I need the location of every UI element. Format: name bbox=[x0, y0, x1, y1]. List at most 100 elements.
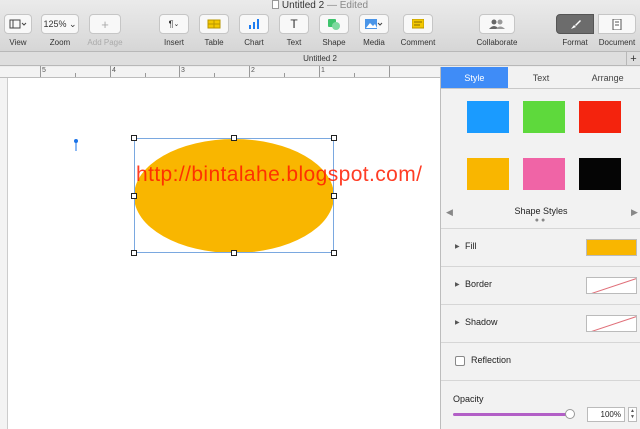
shadow-label: Shadow bbox=[465, 317, 498, 327]
reflection-row[interactable]: Reflection bbox=[441, 342, 640, 380]
toolbar: Untitled 2 — Edited View 125% ⌄ Zoom + A… bbox=[0, 0, 640, 52]
resize-handle[interactable] bbox=[231, 135, 237, 141]
opacity-slider[interactable] bbox=[453, 413, 571, 416]
comment-icon[interactable] bbox=[403, 14, 433, 34]
disclosure-triangle-icon[interactable]: ▶ bbox=[455, 319, 460, 326]
shape-style-swatch[interactable] bbox=[467, 158, 509, 190]
resize-handle[interactable] bbox=[131, 193, 137, 199]
shape-icon[interactable] bbox=[319, 14, 349, 34]
document-canvas[interactable] bbox=[8, 78, 440, 429]
text-label: Text bbox=[286, 38, 302, 47]
chart-icon[interactable] bbox=[239, 14, 269, 34]
ruler-tick bbox=[40, 66, 41, 77]
border-label: Border bbox=[465, 279, 493, 289]
disclosure-triangle-icon[interactable]: ▶ bbox=[455, 243, 460, 250]
table-icon[interactable] bbox=[199, 14, 229, 34]
shadow-row[interactable]: ▶ Shadow bbox=[441, 304, 640, 342]
ruler-tick bbox=[354, 73, 355, 77]
table-label: Table bbox=[204, 38, 224, 47]
format-label: Format bbox=[562, 38, 588, 47]
comment-tool[interactable]: Comment bbox=[398, 14, 438, 50]
shape-style-swatch[interactable] bbox=[523, 158, 565, 190]
fill-color-well[interactable] bbox=[586, 239, 637, 256]
zoom-tool[interactable]: 125% ⌄ Zoom bbox=[40, 14, 80, 50]
text-insertion-point bbox=[74, 139, 78, 151]
insert-tool[interactable]: ¶ ⌄ Insert bbox=[158, 14, 190, 50]
no-value-slash-icon bbox=[591, 316, 636, 331]
sidebar-icon[interactable] bbox=[4, 14, 32, 34]
resize-handle[interactable] bbox=[231, 250, 237, 256]
fill-label: Fill bbox=[465, 241, 477, 251]
ruler-tick bbox=[179, 66, 180, 77]
plus-icon[interactable]: + bbox=[89, 14, 121, 34]
media-icon[interactable] bbox=[359, 14, 389, 34]
media-tool[interactable]: Media bbox=[358, 14, 390, 50]
fill-row[interactable]: ▶ Fill bbox=[441, 228, 640, 266]
opacity-slider-knob[interactable] bbox=[565, 409, 575, 419]
reflection-label: Reflection bbox=[471, 355, 512, 365]
shadow-color-well[interactable] bbox=[586, 315, 637, 332]
add-page-label: Add Page bbox=[87, 38, 123, 47]
collaborate-icon[interactable] bbox=[479, 14, 515, 34]
text-icon[interactable]: T bbox=[279, 14, 309, 34]
paragraph-icon[interactable]: ¶ ⌄ bbox=[159, 14, 189, 34]
view-tool[interactable]: View bbox=[4, 14, 32, 50]
new-tab-button[interactable]: + bbox=[626, 52, 640, 66]
no-value-slash-icon bbox=[591, 278, 636, 293]
collaborate-label: Collaborate bbox=[476, 38, 518, 47]
border-row[interactable]: ▶ Border bbox=[441, 266, 640, 304]
table-tool[interactable]: Table bbox=[198, 14, 230, 50]
ruler-number: 5 bbox=[42, 67, 46, 74]
ruler-number: 3 bbox=[181, 67, 185, 74]
shape-style-swatch[interactable] bbox=[579, 101, 621, 133]
tab-untitled-2[interactable]: Untitled 2 bbox=[303, 54, 337, 63]
text-tool[interactable]: T Text bbox=[278, 14, 310, 50]
window-title: Untitled 2 — Edited bbox=[0, 0, 640, 12]
page-dots[interactable]: ●● bbox=[441, 217, 640, 224]
format-tool[interactable]: Format bbox=[556, 14, 594, 50]
opacity-label: Opacity bbox=[453, 394, 484, 404]
tab-style[interactable]: Style bbox=[441, 67, 508, 88]
collaborate-tool[interactable]: Collaborate bbox=[472, 14, 522, 50]
document-tab-bar: Untitled 2 + bbox=[0, 52, 640, 66]
opacity-field[interactable]: 100% bbox=[587, 407, 625, 422]
resize-handle[interactable] bbox=[331, 135, 337, 141]
ruler-tick bbox=[110, 66, 111, 77]
ruler-number: 4 bbox=[112, 67, 116, 74]
add-page-tool[interactable]: + Add Page bbox=[84, 14, 126, 50]
resize-handle[interactable] bbox=[131, 250, 137, 256]
opacity-stepper[interactable]: ▲ ▼ bbox=[628, 407, 637, 422]
shape-style-swatch[interactable] bbox=[467, 101, 509, 133]
paintbrush-icon[interactable] bbox=[556, 14, 594, 34]
media-label: Media bbox=[363, 38, 385, 47]
view-label: View bbox=[9, 38, 27, 47]
document-tool[interactable]: Document bbox=[594, 14, 640, 50]
border-color-well[interactable] bbox=[586, 277, 637, 294]
ruler-tick bbox=[214, 73, 215, 77]
resize-handle[interactable] bbox=[331, 250, 337, 256]
shape-style-swatch[interactable] bbox=[579, 158, 621, 190]
zoom-select[interactable]: 125% ⌄ bbox=[41, 14, 79, 34]
insert-label: Insert bbox=[163, 38, 184, 47]
chart-tool[interactable]: Chart bbox=[238, 14, 270, 50]
reflection-checkbox[interactable] bbox=[455, 356, 465, 366]
document-setup-icon[interactable] bbox=[598, 14, 636, 34]
tab-text[interactable]: Text bbox=[508, 67, 575, 88]
ruler-number: 1 bbox=[321, 67, 325, 74]
comment-label: Comment bbox=[400, 38, 436, 47]
tab-arrange[interactable]: Arrange bbox=[574, 67, 640, 88]
shape-tool[interactable]: Shape bbox=[318, 14, 350, 50]
selection-box bbox=[134, 138, 334, 253]
ruler-tick bbox=[389, 66, 390, 77]
disclosure-triangle-icon[interactable]: ▶ bbox=[455, 281, 460, 288]
format-inspector: Style Text Arrange ◀ ▶ Shape Styles ●● ▶… bbox=[440, 67, 640, 429]
chart-label: Chart bbox=[244, 38, 264, 47]
resize-handle[interactable] bbox=[131, 135, 137, 141]
ruler-tick bbox=[319, 66, 320, 77]
zoom-label: Zoom bbox=[49, 38, 71, 47]
shape-style-swatch[interactable] bbox=[523, 101, 565, 133]
shape-label: Shape bbox=[322, 38, 346, 47]
ruler-tick bbox=[284, 73, 285, 77]
chevron-down-icon: ⌄ bbox=[69, 18, 77, 29]
resize-handle[interactable] bbox=[331, 193, 337, 199]
